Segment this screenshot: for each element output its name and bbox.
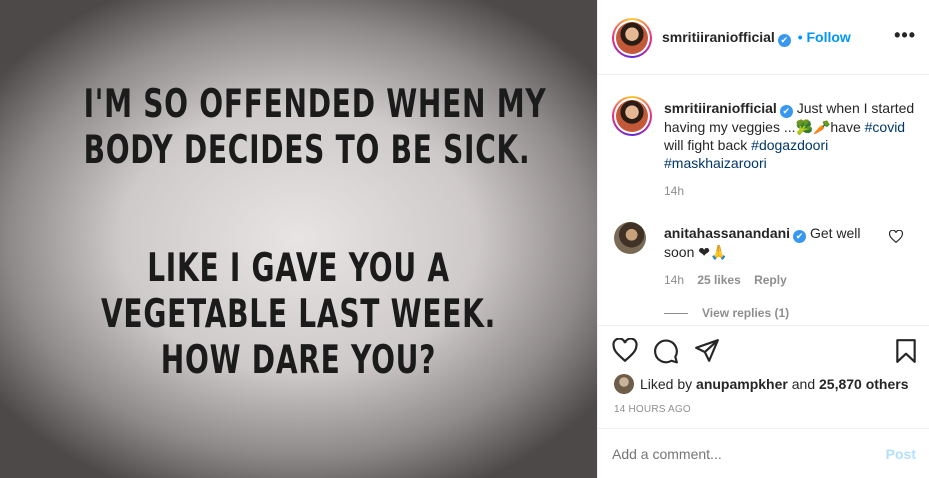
comment-username[interactable]: anitahassanandani	[664, 225, 790, 241]
post-timestamp[interactable]: 14 HOURS AGO	[614, 404, 691, 415]
verified-badge-icon: ✔	[793, 230, 807, 243]
image-text-line: BODY DECIDES TO BE SICK.	[83, 128, 531, 173]
hashtag-link[interactable]: #covid	[865, 119, 905, 135]
follow-button[interactable]: • Follow	[798, 29, 851, 45]
comment-input[interactable]	[612, 443, 862, 465]
replies-divider	[664, 313, 688, 315]
post-side-panel: smritiiraniofficial ✔ • Follow ••• smriti…	[597, 0, 929, 478]
liked-by-and: and	[791, 376, 816, 392]
caption-avatar[interactable]	[612, 96, 652, 136]
author-avatar[interactable]	[612, 18, 652, 58]
liker-avatar[interactable]	[614, 374, 634, 394]
commenter-avatar[interactable]	[614, 222, 646, 254]
image-text-line: I'M SO OFFENDED WHEN MY	[83, 82, 547, 127]
post-image[interactable]: I'M SO OFFENDED WHEN MY BODY DECIDES TO …	[0, 0, 597, 478]
comment: anitahassanandani ✔ Get well soon ❤🙏	[664, 224, 884, 261]
comment-input-bar: Post	[598, 428, 929, 478]
share-paper-plane-icon[interactable]	[694, 338, 720, 364]
hashtag-link[interactable]: #dogazdoori	[751, 137, 828, 153]
image-text-line: LIKE I GAVE YOU A	[147, 246, 450, 291]
caption-time[interactable]: 14h	[664, 184, 684, 198]
hashtag-link[interactable]: #maskhaizaroori	[664, 155, 767, 171]
view-replies-label: View replies (1)	[702, 306, 790, 320]
avatar-image	[616, 22, 648, 54]
comment-likes[interactable]: 25 likes	[697, 273, 740, 287]
save-bookmark-icon[interactable]	[893, 338, 919, 364]
more-options-icon[interactable]: •••	[894, 26, 916, 44]
caption: smritiiraniofficial ✔ Just when I started…	[664, 99, 918, 172]
caption-text-2: will fight back	[664, 137, 748, 153]
comment-icon[interactable]	[653, 338, 679, 364]
image-text-block-2: LIKE I GAVE YOU A VEGETABLE LAST WEEK. H…	[84, 246, 514, 384]
caption-username[interactable]: smritiiraniofficial	[664, 100, 777, 116]
image-text-block-1: I'M SO OFFENDED WHEN MY BODY DECIDES TO …	[83, 82, 547, 174]
like-heart-icon[interactable]	[612, 338, 638, 364]
header-user-row: smritiiraniofficial ✔ • Follow	[662, 29, 851, 47]
liked-by-others-link[interactable]: 25,870 others	[819, 376, 909, 392]
post-header: smritiiraniofficial ✔ • Follow •••	[598, 0, 929, 75]
avatar-image	[616, 100, 648, 132]
header-username[interactable]: smritiiraniofficial	[662, 29, 775, 45]
post-comment-button[interactable]: Post	[886, 446, 916, 462]
avatar-image	[614, 222, 646, 254]
comment-meta: 14h 25 likes Reply	[664, 273, 787, 287]
liked-by-user-link[interactable]: anupampkher	[696, 376, 788, 392]
image-text-line: VEGETABLE LAST WEEK.	[100, 292, 497, 337]
liked-by-line: Liked by anupampkher and 25,870 others	[640, 376, 909, 392]
liked-by-prefix: Liked by	[640, 376, 693, 392]
image-text-line: HOW DARE YOU?	[160, 338, 437, 383]
view-replies-button[interactable]: View replies (1)	[664, 306, 789, 320]
reply-button[interactable]: Reply	[754, 273, 787, 287]
verified-badge-icon: ✔	[777, 34, 791, 47]
comment-like-heart-icon[interactable]	[889, 230, 903, 243]
action-section: Liked by anupampkher and 25,870 others 1…	[598, 325, 929, 437]
verified-badge-icon: ✔	[779, 105, 793, 118]
comment-time[interactable]: 14h	[664, 273, 684, 287]
